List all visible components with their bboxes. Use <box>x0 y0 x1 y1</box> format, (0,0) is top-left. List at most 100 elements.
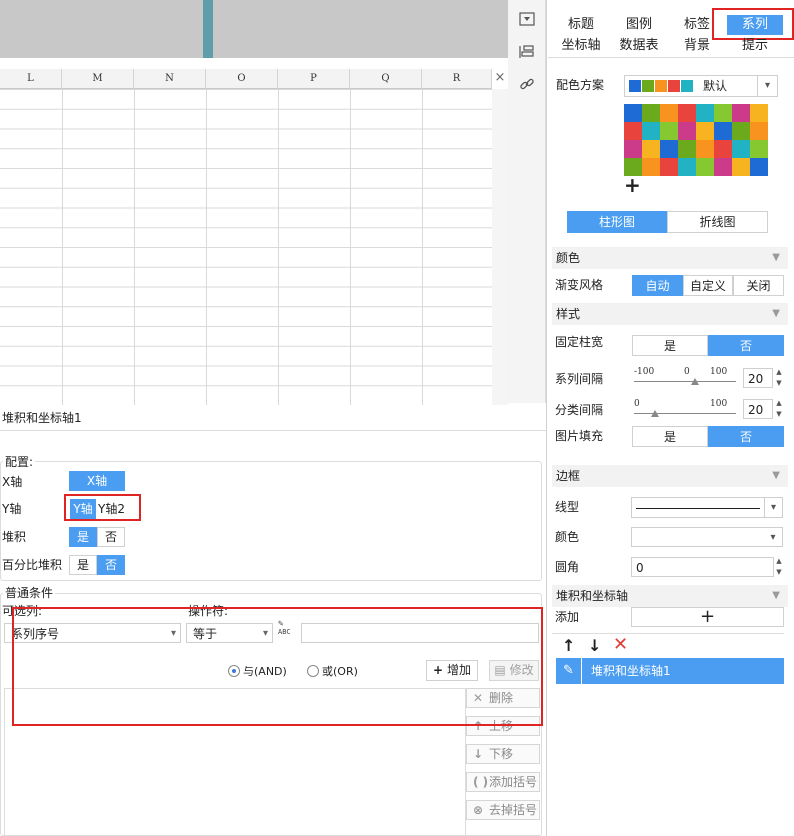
series-gap-thumb[interactable] <box>691 378 699 385</box>
link-icon[interactable] <box>517 76 537 96</box>
palette-color-cell[interactable] <box>642 104 660 122</box>
chevron-down-icon[interactable]: ▾ <box>764 498 782 517</box>
palette-color-cell[interactable] <box>714 140 732 158</box>
style-section-title: 样式 <box>556 307 581 321</box>
fixed-width-no[interactable]: 否 <box>708 335 784 356</box>
remove-bracket-button[interactable]: ⊗ 去掉括号 <box>466 800 540 820</box>
column-header[interactable]: O <box>206 69 278 89</box>
tab-tooltip[interactable]: 提示 <box>730 36 780 56</box>
palette-color-cell[interactable] <box>660 122 678 140</box>
palette-color-cell[interactable] <box>678 104 696 122</box>
border-color-select[interactable]: ▾ <box>631 527 783 547</box>
palette-color-cell[interactable] <box>714 104 732 122</box>
palette-color-cell[interactable] <box>642 122 660 140</box>
color-section-header[interactable]: 颜色 ▼ <box>552 247 788 269</box>
gradient-custom-option[interactable]: 自定义 <box>683 275 733 296</box>
palette-color-cell[interactable] <box>750 158 768 176</box>
palette-color-cell[interactable] <box>750 104 768 122</box>
chevron-down-icon[interactable]: ▾ <box>757 76 777 96</box>
fixed-width-yes[interactable]: 是 <box>632 335 708 356</box>
column-header[interactable]: M <box>62 69 134 89</box>
tab-datatable[interactable]: 数据表 <box>614 36 664 56</box>
style-section-header[interactable]: 样式 ▼ <box>552 303 788 325</box>
arrow-up-icon[interactable]: ↑ <box>562 636 575 655</box>
palette-color-cell[interactable] <box>696 122 714 140</box>
palette-color-cell[interactable] <box>714 158 732 176</box>
stack-yes[interactable]: 是 <box>69 527 97 547</box>
add-color-icon[interactable]: + <box>624 174 641 196</box>
add-stack-button[interactable]: + <box>631 607 784 627</box>
stack-axis-section-header[interactable]: 堆积和坐标轴 ▼ <box>552 585 788 607</box>
line-chart-toggle[interactable]: 折线图 <box>667 211 768 233</box>
palette-color-cell[interactable] <box>732 104 750 122</box>
palette-color-cell[interactable] <box>696 158 714 176</box>
spin-down-icon[interactable]: ▼ <box>774 567 784 577</box>
bar-chart-toggle[interactable]: 柱形图 <box>567 211 667 233</box>
dropdown-box-icon[interactable] <box>517 12 537 32</box>
category-gap-slider[interactable] <box>634 413 736 414</box>
palette-color-cell[interactable] <box>732 158 750 176</box>
category-gap-input[interactable]: 20 <box>743 399 773 419</box>
line-type-select[interactable]: ▾ <box>631 497 783 518</box>
image-fill-no[interactable]: 否 <box>708 426 784 447</box>
column-header[interactable]: Q <box>350 69 422 89</box>
stack-label: 堆积 <box>2 530 27 544</box>
palette-color-cell[interactable] <box>732 140 750 158</box>
edit-pencil-icon[interactable]: ✎ <box>556 658 582 684</box>
tab-axis[interactable]: 坐标轴 <box>556 36 606 56</box>
palette-color-cell[interactable] <box>678 158 696 176</box>
layers-icon[interactable] <box>517 44 537 64</box>
close-icon[interactable]: × <box>492 69 508 87</box>
color-scheme-select[interactable]: 默认 ▾ <box>624 75 778 97</box>
palette-color-cell[interactable] <box>624 104 642 122</box>
delete-icon[interactable]: ✕ <box>613 634 628 655</box>
corner-radius-input[interactable]: 0 <box>631 557 774 577</box>
palette-color-cell[interactable] <box>678 122 696 140</box>
palette-color-cell[interactable] <box>660 104 678 122</box>
stack-no[interactable]: 否 <box>97 527 125 547</box>
palette-color-cell[interactable] <box>624 122 642 140</box>
spin-down-icon[interactable]: ▼ <box>774 378 784 388</box>
add-bracket-button[interactable]: ( )添加括号 <box>466 772 540 792</box>
gradient-auto-option[interactable]: 自动 <box>632 275 683 296</box>
column-header[interactable]: R <box>422 69 492 89</box>
image-fill-yes[interactable]: 是 <box>632 426 708 447</box>
palette-color-cell[interactable] <box>624 140 642 158</box>
tab-background[interactable]: 背景 <box>672 36 722 56</box>
stack-axis-list-item[interactable]: ✎ 堆积和坐标轴1 <box>556 658 784 684</box>
border-section-header[interactable]: 边框 ▼ <box>552 465 788 487</box>
palette-color-cell[interactable] <box>642 140 660 158</box>
palette-color-cell[interactable] <box>696 140 714 158</box>
tab-title[interactable]: 标题 <box>556 15 606 35</box>
spin-up-icon[interactable]: ▲ <box>774 367 784 377</box>
palette-color-cell[interactable] <box>678 140 696 158</box>
spin-up-icon[interactable]: ▲ <box>774 556 784 566</box>
color-palette-grid[interactable] <box>624 104 769 176</box>
spreadsheet-grid[interactable] <box>0 89 492 405</box>
category-gap-thumb[interactable] <box>651 410 659 417</box>
percent-stack-yes[interactable]: 是 <box>69 555 97 575</box>
palette-color-cell[interactable] <box>696 104 714 122</box>
spin-down-icon[interactable]: ▼ <box>774 409 784 419</box>
arrow-down-icon[interactable]: ↓ <box>588 636 601 655</box>
column-header[interactable]: N <box>134 69 206 89</box>
chevron-down-icon[interactable]: ▾ <box>764 528 782 546</box>
palette-color-cell[interactable] <box>660 140 678 158</box>
x-axis-select[interactable]: X轴 <box>69 471 125 491</box>
column-header[interactable]: P <box>278 69 350 89</box>
palette-color-cell[interactable] <box>750 122 768 140</box>
spin-up-icon[interactable]: ▲ <box>774 398 784 408</box>
move-down-button[interactable]: ↓ 下移 <box>466 744 540 764</box>
series-gap-input[interactable]: 20 <box>743 368 773 388</box>
tab-legend[interactable]: 图例 <box>614 15 664 35</box>
gradient-off-option[interactable]: 关闭 <box>733 275 784 296</box>
column-header[interactable]: L <box>0 69 62 89</box>
series-gap-slider[interactable] <box>634 381 736 382</box>
palette-color-cell[interactable] <box>714 122 732 140</box>
palette-color-cell[interactable] <box>750 140 768 158</box>
percent-stack-no[interactable]: 否 <box>97 555 125 575</box>
palette-color-cell[interactable] <box>660 158 678 176</box>
palette-color-cell[interactable] <box>732 122 750 140</box>
palette-color-cell[interactable] <box>642 158 660 176</box>
grid-scrollbar[interactable] <box>492 89 508 405</box>
